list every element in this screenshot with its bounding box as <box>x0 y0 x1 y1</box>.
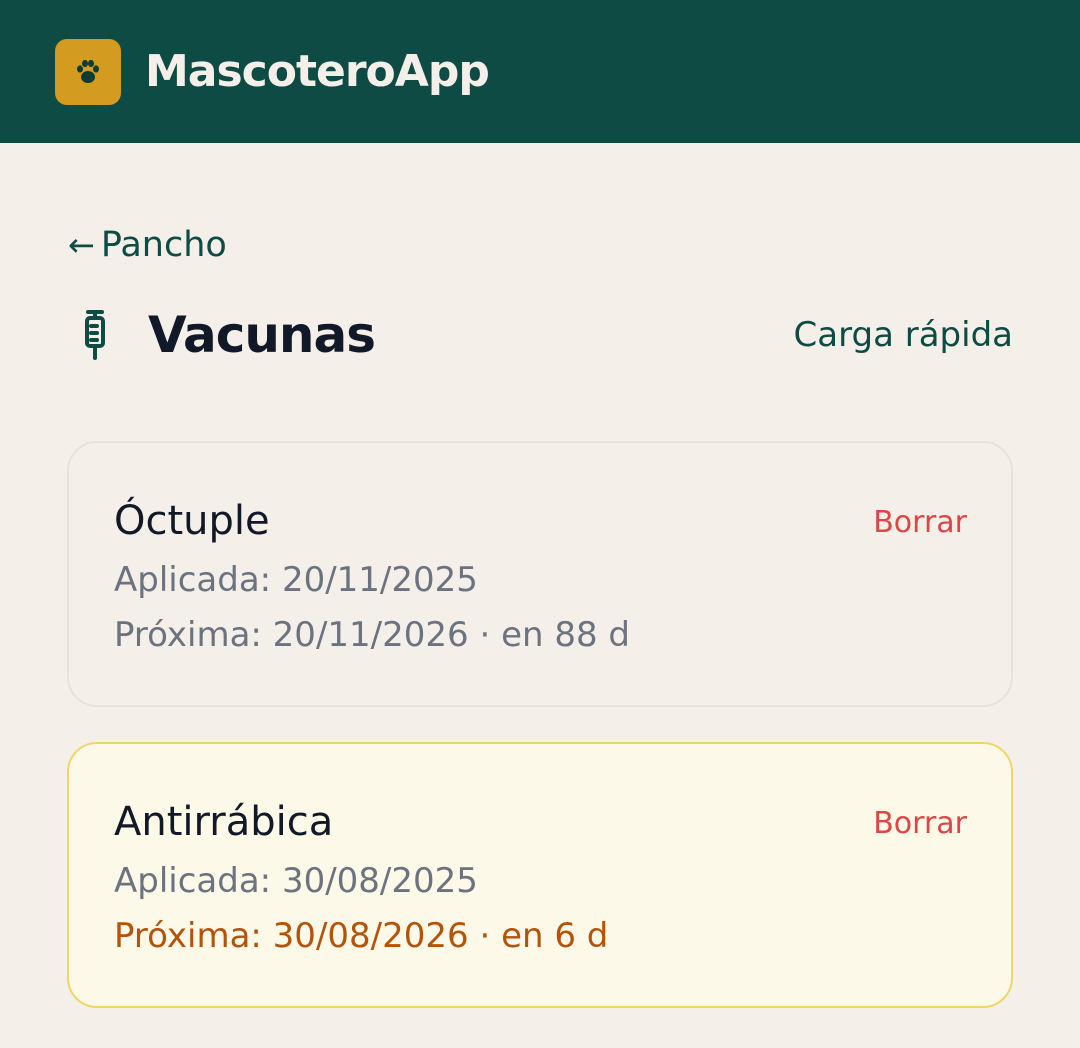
vaccine-applied-date: Aplicada: 30/08/2025 <box>114 861 478 901</box>
vaccine-applied-date: Aplicada: 20/11/2025 <box>114 560 478 600</box>
syringe-icon <box>80 308 110 366</box>
quick-load-button[interactable]: Carga rápida <box>794 312 1013 358</box>
delete-button[interactable]: Borrar <box>873 804 967 844</box>
vaccine-card: Óctuple Aplicada: 20/11/2025 Próxima: 20… <box>67 441 1013 707</box>
vaccine-next-date: Próxima: 30/08/2026 · en 6 d <box>114 916 609 956</box>
page-title: Vacunas <box>148 306 376 364</box>
app-logo <box>55 39 121 105</box>
vaccine-name: Antirrábica <box>114 799 334 845</box>
vaccine-card-highlighted: Antirrábica Aplicada: 30/08/2025 Próxima… <box>67 742 1013 1008</box>
vaccine-name: Óctuple <box>114 498 270 544</box>
delete-button[interactable]: Borrar <box>873 503 967 543</box>
paw-icon <box>77 59 99 83</box>
app-title: MascoteroApp <box>145 46 490 97</box>
app-header: MascoteroApp <box>0 0 1080 143</box>
back-arrow-icon: ← <box>68 226 95 264</box>
back-link[interactable]: ← Pancho <box>68 222 227 268</box>
vaccine-next-date: Próxima: 20/11/2026 · en 88 d <box>114 615 630 655</box>
back-link-label: Pancho <box>100 225 227 265</box>
